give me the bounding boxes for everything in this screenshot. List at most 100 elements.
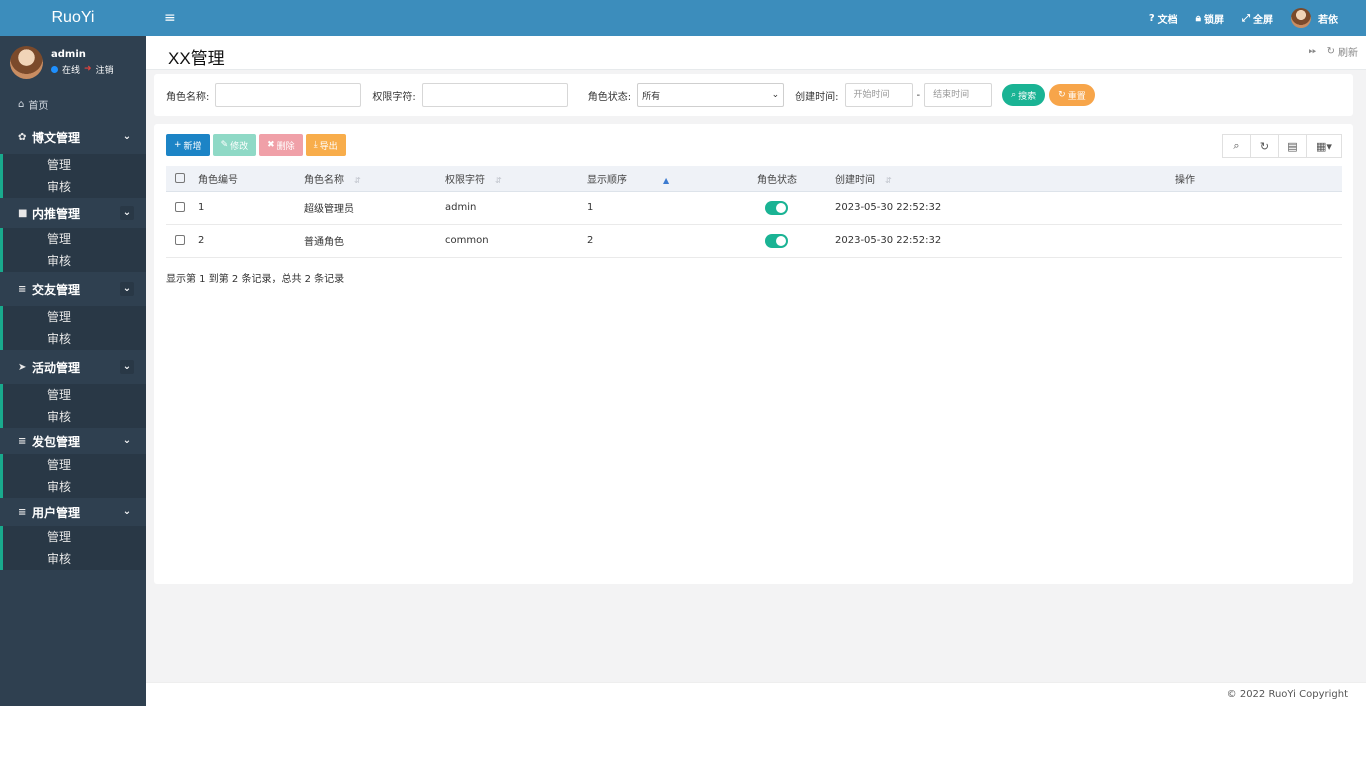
brand-logo[interactable]: RuoYi bbox=[0, 0, 146, 36]
menu-title: 内推管理 bbox=[32, 206, 81, 221]
sort-asc-icon: ▲ bbox=[663, 175, 670, 185]
gear-icon: ✿ bbox=[18, 131, 27, 143]
table-panel: + 新增 ✎ 修改 ✖ 删除 ⤓ 导出 ⌕ ↻ ▤ ▦▾ 角色编号 角色名称 ⇵… bbox=[154, 124, 1353, 584]
role-table: 角色编号 角色名称 ⇵ 权限字符 ⇵ 显示顺序 ▲ 角色状态 创建时间 ⇵ 操作 1 超… bbox=[166, 166, 1342, 258]
row-checkbox[interactable] bbox=[175, 235, 185, 245]
submenu-item-review[interactable]: 审核 bbox=[3, 476, 146, 498]
table-header-row: 角色编号 角色名称 ⇵ 权限字符 ⇵ 显示顺序 ▲ 角色状态 创建时间 ⇵ 操作 bbox=[166, 166, 1342, 192]
list-icon: ≡ bbox=[18, 283, 27, 295]
avatar[interactable] bbox=[10, 45, 43, 79]
delete-button[interactable]: ✖ 删除 bbox=[259, 134, 303, 156]
col-order[interactable]: 显示顺序 ▲ bbox=[587, 166, 757, 192]
row-checkbox[interactable] bbox=[175, 202, 185, 212]
user-name: admin bbox=[51, 48, 86, 60]
lock-screen-link[interactable]: 🔒︎ 锁屏 bbox=[1196, 11, 1224, 26]
export-button[interactable]: ⤓ 导出 bbox=[305, 134, 346, 156]
menu-head-blog[interactable]: ✿ 博文管理 ⌄ bbox=[0, 120, 146, 154]
table-row: 1 超级管理员 admin 1 2023-05-30 22:52:32 bbox=[166, 191, 1342, 225]
menu-head-release[interactable]: ≡ 发包管理 ⌄ bbox=[0, 428, 146, 454]
user-menu[interactable]: 若依 bbox=[1291, 8, 1338, 28]
menu-head-activity[interactable]: ➤ 活动管理 ⌄ bbox=[0, 350, 146, 384]
menu-head-referral[interactable]: ■ 内推管理 ⌄ bbox=[0, 198, 146, 228]
col-perm-key[interactable]: 权限字符 ⇵ bbox=[445, 166, 587, 192]
fullscreen-link[interactable]: ⤢ 全屏 bbox=[1242, 11, 1273, 26]
select-all-checkbox[interactable] bbox=[175, 172, 185, 183]
pagination-info: 显示第 1 到第 2 条记录，总共 2 条记录 bbox=[166, 274, 345, 285]
menu-title: 交友管理 bbox=[32, 282, 81, 297]
sort-icon: ⇵ bbox=[354, 175, 361, 185]
chevron-down-icon: ⌄ bbox=[122, 131, 132, 142]
submenu-item-manage[interactable]: 管理 bbox=[3, 228, 146, 250]
submenu-item-manage[interactable]: 管理 bbox=[3, 306, 146, 328]
submenu-item-review[interactable]: 审核 bbox=[3, 406, 146, 428]
menu-group-blog: ✿ 博文管理 ⌄ 管理 审核 bbox=[0, 120, 146, 198]
status-toggle[interactable] bbox=[765, 200, 788, 215]
main-content: 角色名称: 权限字符: 角色状态: 所有 ⌄ 创建时间: 开始时间 - 结束时间… bbox=[146, 70, 1366, 682]
start-date-input[interactable]: 开始时间 bbox=[844, 83, 913, 107]
add-label: 新增 bbox=[183, 141, 202, 152]
hamburger-menu-icon[interactable]: ≡ bbox=[164, 10, 176, 26]
reset-label: 重置 bbox=[1067, 91, 1086, 102]
chevron-down-icon: ⌄ bbox=[120, 282, 134, 296]
search-button[interactable]: ⌕ 搜索 bbox=[1002, 84, 1046, 106]
lock-icon: 🔒︎ bbox=[1195, 12, 1201, 24]
menu-head-dating[interactable]: ≡ 交友管理 ⌄ bbox=[0, 272, 146, 306]
export-label: 导出 bbox=[319, 141, 338, 152]
created-label: 创建时间: bbox=[795, 91, 839, 103]
col-role-name[interactable]: 角色名称 ⇵ bbox=[304, 166, 445, 192]
role-name-input[interactable] bbox=[215, 83, 362, 107]
logout-icon[interactable]: ➜ bbox=[84, 64, 92, 74]
refresh-button[interactable]: ↻ 刷新 bbox=[1327, 44, 1358, 59]
expand-icon: ⤢ bbox=[1242, 12, 1250, 24]
refresh-icon[interactable]: ↻ bbox=[1250, 134, 1279, 158]
submenu-item-review[interactable]: 审核 bbox=[3, 548, 146, 570]
cell-actions bbox=[1175, 191, 1342, 225]
cell-order: 2 bbox=[587, 224, 757, 258]
submenu-item-manage[interactable]: 管理 bbox=[3, 384, 146, 406]
submenu-item-review[interactable]: 审核 bbox=[3, 250, 146, 272]
submenu-item-manage[interactable]: 管理 bbox=[3, 154, 146, 176]
forward-icon[interactable]: ⏩︎ bbox=[1309, 46, 1317, 57]
cell-role-id: 1 bbox=[198, 191, 304, 225]
add-button[interactable]: + 新增 bbox=[166, 134, 210, 156]
sidebar-item-home[interactable]: ⌂ 首页 bbox=[0, 88, 146, 120]
cell-role-name: 超级管理员 bbox=[304, 191, 445, 225]
list-icon: ≡ bbox=[18, 435, 27, 447]
footer: © 2022 RuoYi Copyright bbox=[146, 682, 1366, 706]
search-icon: ⌕ bbox=[1011, 90, 1017, 100]
menu-head-user[interactable]: ≡ 用户管理 ⌄ bbox=[0, 498, 146, 526]
refresh-icon: ↻ bbox=[1326, 46, 1335, 57]
menu-title: 发包管理 bbox=[32, 434, 81, 449]
cell-created: 2023-05-30 22:52:32 bbox=[835, 191, 1175, 225]
submenu-item-review[interactable]: 审核 bbox=[3, 176, 146, 198]
perm-input[interactable] bbox=[421, 83, 568, 107]
docs-link[interactable]: ? 文档 bbox=[1149, 11, 1178, 26]
menu-title: 博文管理 bbox=[32, 130, 81, 145]
search-toggle-icon[interactable]: ⌕ bbox=[1222, 134, 1251, 158]
search-form: 角色名称: 权限字符: 角色状态: 所有 ⌄ 创建时间: 开始时间 - 结束时间… bbox=[154, 74, 1353, 116]
copyright-text: © 2022 RuoYi Copyright bbox=[1226, 689, 1348, 700]
chevron-down-icon: ⌄ bbox=[771, 90, 780, 100]
status-label: 角色状态: bbox=[587, 91, 632, 103]
cell-actions bbox=[1175, 224, 1342, 258]
perm-label: 权限字符: bbox=[372, 91, 416, 103]
search-label: 搜索 bbox=[1018, 91, 1037, 102]
refresh-label: 刷新 bbox=[1338, 48, 1358, 59]
status-select-value: 所有 bbox=[642, 91, 661, 102]
end-date-input[interactable]: 结束时间 bbox=[924, 83, 993, 107]
logout-link[interactable]: 注销 bbox=[96, 63, 114, 76]
status-select[interactable]: 所有 ⌄ bbox=[637, 83, 785, 107]
cell-perm-key: common bbox=[445, 224, 587, 258]
submenu-item-manage[interactable]: 管理 bbox=[3, 454, 146, 476]
reset-button[interactable]: ↻ 重置 bbox=[1049, 84, 1095, 106]
range-separator: - bbox=[916, 89, 921, 101]
menu-title: 活动管理 bbox=[32, 360, 81, 375]
edit-button[interactable]: ✎ 修改 bbox=[212, 134, 257, 156]
col-created[interactable]: 创建时间 ⇵ bbox=[835, 166, 1175, 192]
toggle-view-icon[interactable]: ▤ bbox=[1278, 134, 1307, 158]
status-toggle[interactable] bbox=[765, 233, 788, 248]
submenu-item-review[interactable]: 审核 bbox=[3, 328, 146, 350]
columns-icon[interactable]: ▦▾ bbox=[1306, 134, 1342, 158]
menu-title: 用户管理 bbox=[32, 505, 81, 520]
submenu-item-manage[interactable]: 管理 bbox=[3, 526, 146, 548]
